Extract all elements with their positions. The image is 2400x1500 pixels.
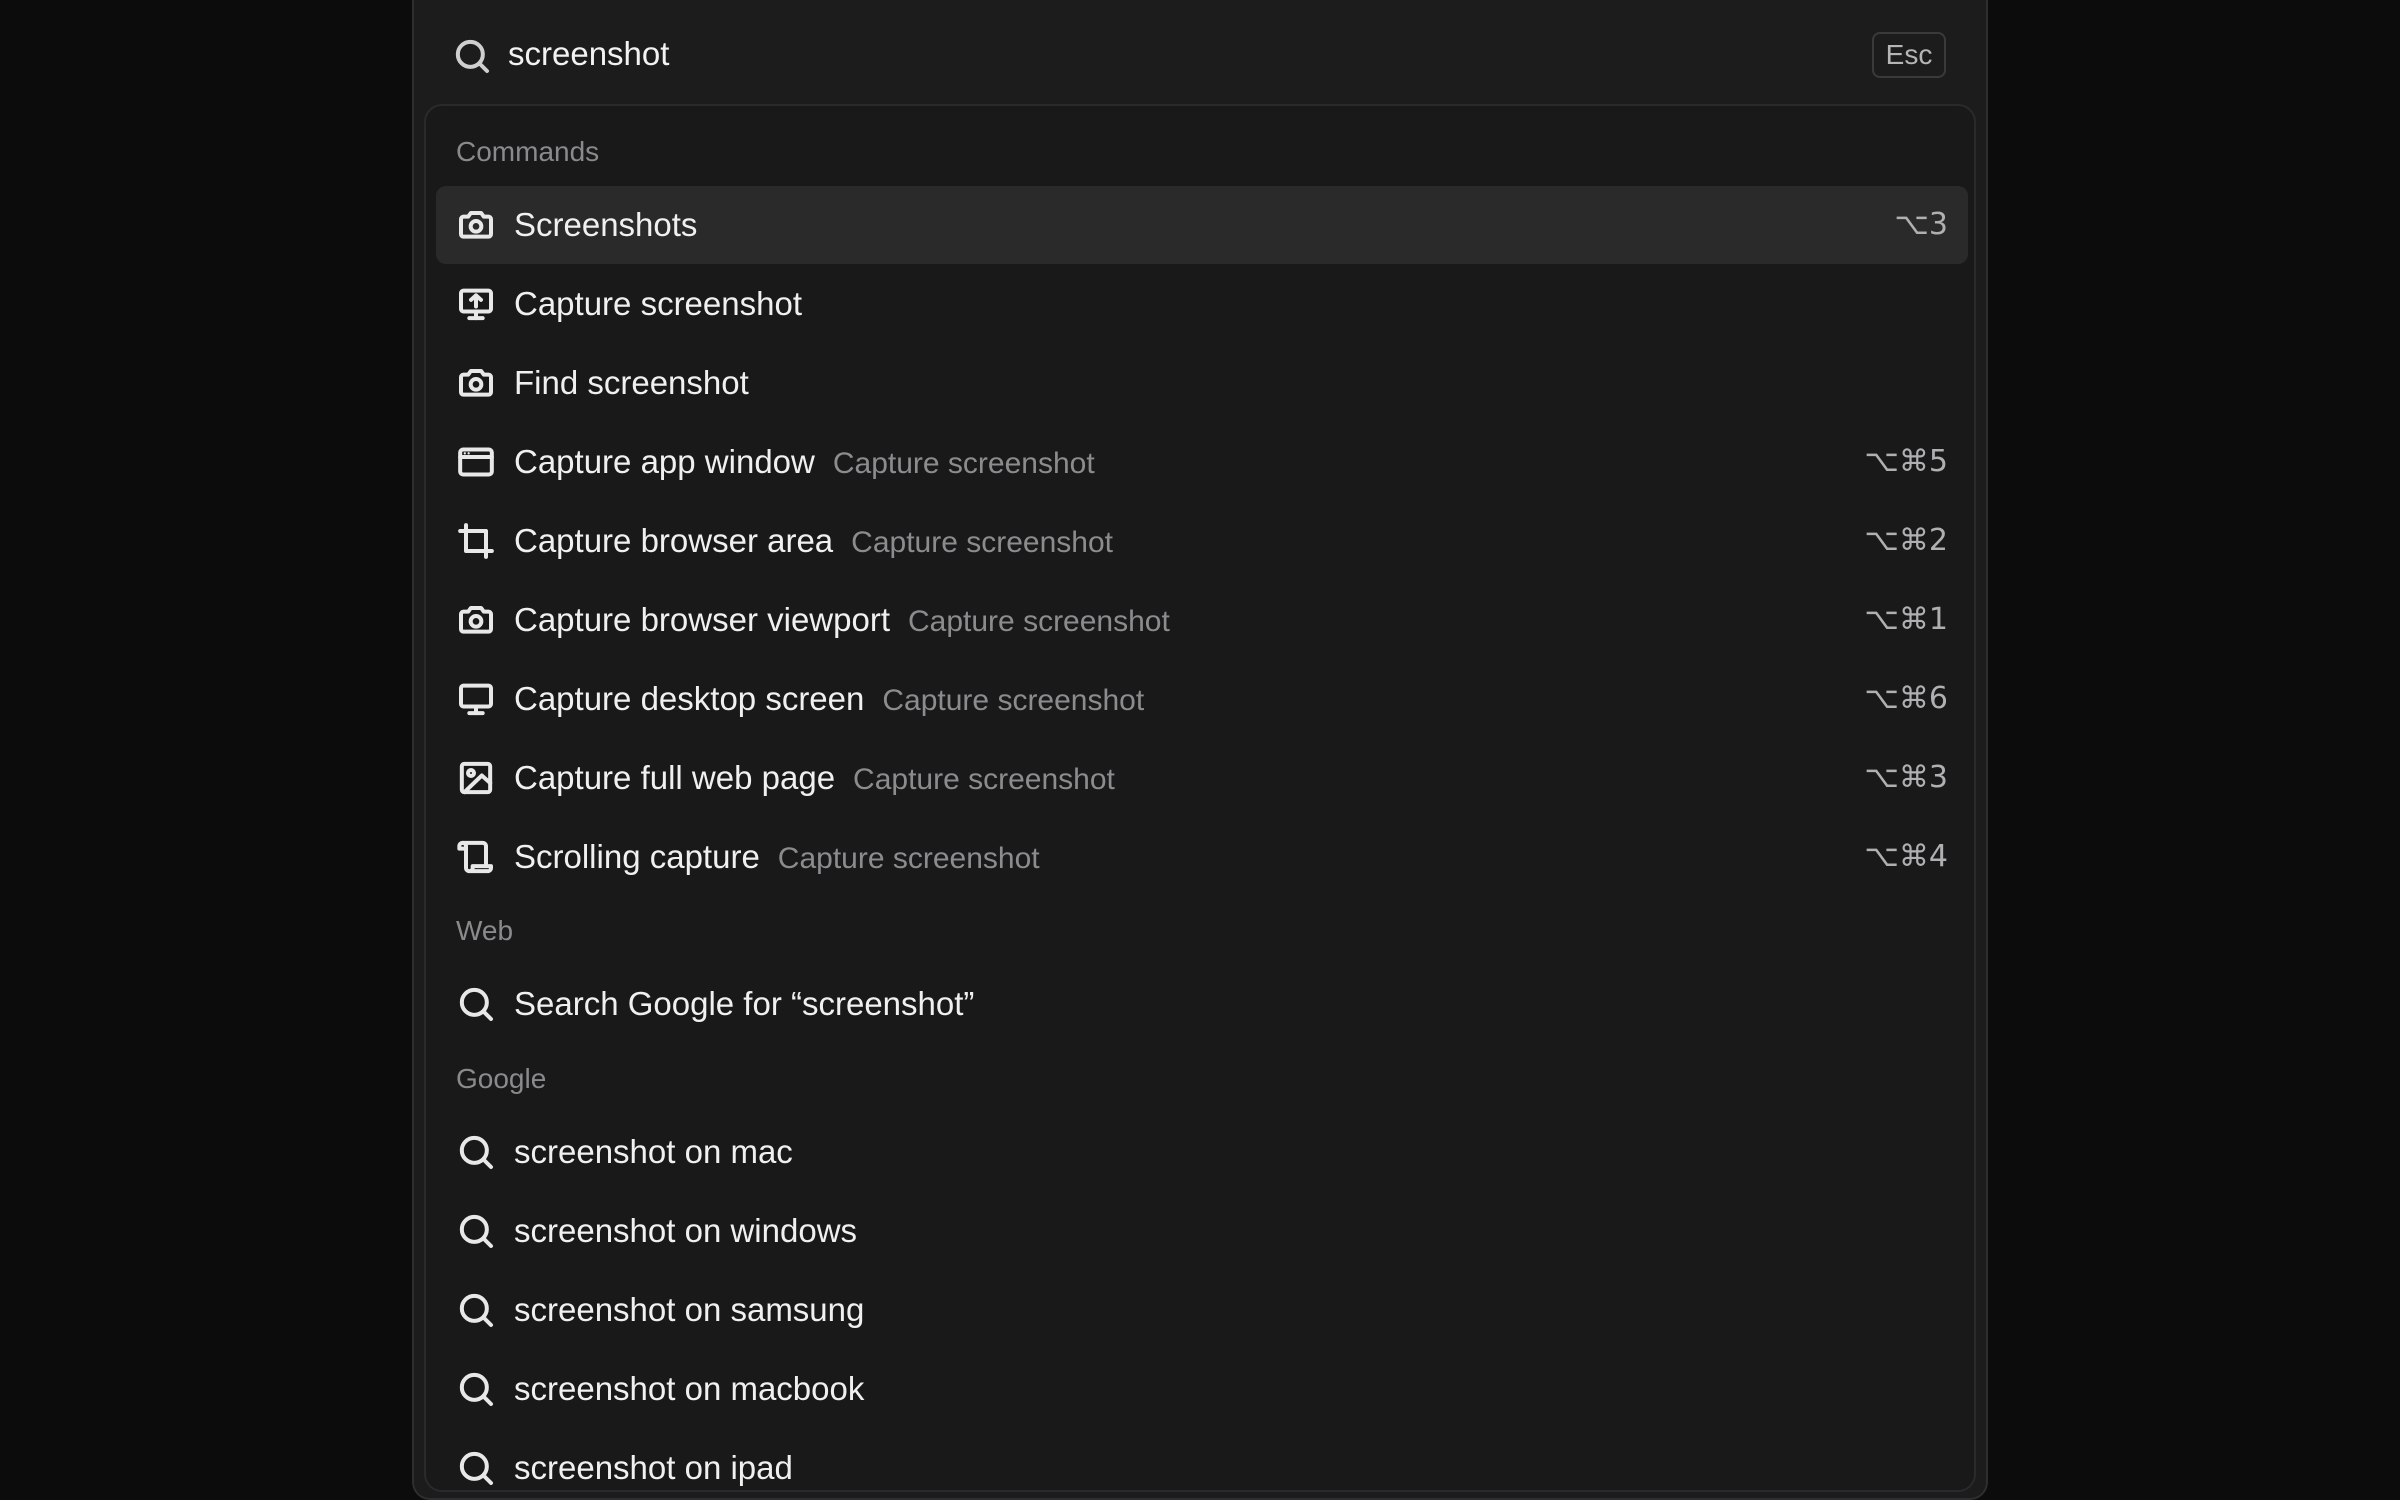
search-icon xyxy=(456,1290,496,1330)
command-label: Capture browser area Capture screenshot xyxy=(514,522,1113,559)
command-subtitle: Capture screenshot xyxy=(908,605,1170,638)
shortcut-hint: ⌥⌘3 xyxy=(1864,760,1948,795)
command-label: Find screenshot xyxy=(514,364,749,401)
search-icon xyxy=(456,1211,496,1251)
search-input[interactable] xyxy=(508,26,1708,82)
suggestion-label: screenshot on samsung xyxy=(514,1291,865,1328)
suggestion-label: screenshot on mac xyxy=(514,1133,793,1170)
image-icon xyxy=(456,758,496,798)
shortcut-hint: ⌥⌘2 xyxy=(1864,523,1948,558)
search-icon xyxy=(452,36,492,76)
suggestion-label: screenshot on ipad xyxy=(514,1449,793,1486)
command-item-capture-browser-area[interactable]: Capture browser area Capture screenshot ⌥… xyxy=(436,502,1968,580)
search-bar: Esc xyxy=(414,0,1986,104)
command-label: Capture app window Capture screenshot xyxy=(514,443,1095,480)
google-suggestion-item[interactable]: screenshot on samsung xyxy=(436,1271,1968,1349)
shortcut-hint: ⌥⌘5 xyxy=(1864,444,1948,479)
section-header-google: Google xyxy=(456,1063,547,1094)
google-suggestion-item[interactable]: screenshot on mac xyxy=(436,1113,1968,1191)
command-item-find-screenshot[interactable]: Find screenshot xyxy=(436,344,1968,422)
command-subtitle: Capture screenshot xyxy=(853,763,1115,796)
shortcut-hint: ⌥⌘4 xyxy=(1864,839,1948,874)
app-window-icon xyxy=(456,442,496,482)
command-label: Screenshots xyxy=(514,206,698,243)
web-item-search-google[interactable]: Search Google for “screenshot” xyxy=(436,965,1968,1043)
section-header-web: Web xyxy=(456,915,514,946)
suggestion-label: screenshot on macbook xyxy=(514,1370,865,1407)
crop-icon xyxy=(456,521,496,561)
monitor-upload-icon xyxy=(456,284,496,324)
camera-icon xyxy=(456,205,496,245)
command-item-capture-desktop-screen[interactable]: Capture desktop screen Capture screenshot… xyxy=(436,660,1968,738)
command-label: Capture browser viewport Capture screensh… xyxy=(514,601,1170,638)
command-subtitle: Capture screenshot xyxy=(851,526,1113,559)
monitor-icon xyxy=(456,679,496,719)
shortcut-hint: ⌥⌘1 xyxy=(1864,602,1948,637)
shortcut-hint: ⌥⌘6 xyxy=(1864,681,1948,716)
command-label: Scrolling capture Capture screenshot xyxy=(514,838,1040,875)
suggestion-label: screenshot on windows xyxy=(514,1212,858,1249)
search-icon xyxy=(456,1132,496,1172)
shortcut-hint: ⌥3 xyxy=(1894,207,1948,242)
google-suggestion-item[interactable]: screenshot on windows xyxy=(436,1192,1968,1270)
esc-button[interactable]: Esc xyxy=(1872,32,1946,78)
command-item-capture-browser-viewport[interactable]: Capture browser viewport Capture screensh… xyxy=(436,581,1968,659)
command-subtitle: Capture screenshot xyxy=(777,842,1040,875)
camera-icon xyxy=(456,363,496,403)
command-item-capture-app-window[interactable]: Capture app window Capture screenshot ⌥⌘5 xyxy=(436,423,1968,501)
command-item-capture-full-web-page[interactable]: Capture full web page Capture screenshot … xyxy=(436,739,1968,817)
web-item-label: Search Google for “screenshot” xyxy=(514,985,975,1022)
google-suggestion-item[interactable]: screenshot on ipad xyxy=(436,1429,1968,1490)
command-label: Capture full web page Capture screenshot xyxy=(514,759,1115,796)
search-icon xyxy=(456,1448,496,1488)
section-header-commands: Commands xyxy=(456,136,600,167)
google-suggestion-item[interactable]: screenshot on macbook xyxy=(436,1350,1968,1428)
camera-icon xyxy=(456,600,496,640)
command-item-screenshots[interactable]: Screenshots ⌥3 xyxy=(436,186,1968,264)
scroll-icon xyxy=(456,837,496,877)
command-item-capture-screenshot[interactable]: Capture screenshot xyxy=(436,265,1968,343)
command-item-scrolling-capture[interactable]: Scrolling capture Capture screenshot ⌥⌘4 xyxy=(436,818,1968,896)
search-icon xyxy=(456,1369,496,1409)
search-icon xyxy=(456,984,496,1024)
command-label: Capture desktop screen Capture screenshot xyxy=(514,680,1145,717)
command-subtitle: Capture screenshot xyxy=(882,684,1145,717)
command-subtitle: Capture screenshot xyxy=(832,447,1095,480)
command-label: Capture screenshot xyxy=(514,285,802,322)
command-palette: Esc Commands Screenshots ⌥3 Capture scre… xyxy=(412,0,1988,1500)
results-list: Commands Screenshots ⌥3 Capture screensh… xyxy=(424,104,1976,1492)
